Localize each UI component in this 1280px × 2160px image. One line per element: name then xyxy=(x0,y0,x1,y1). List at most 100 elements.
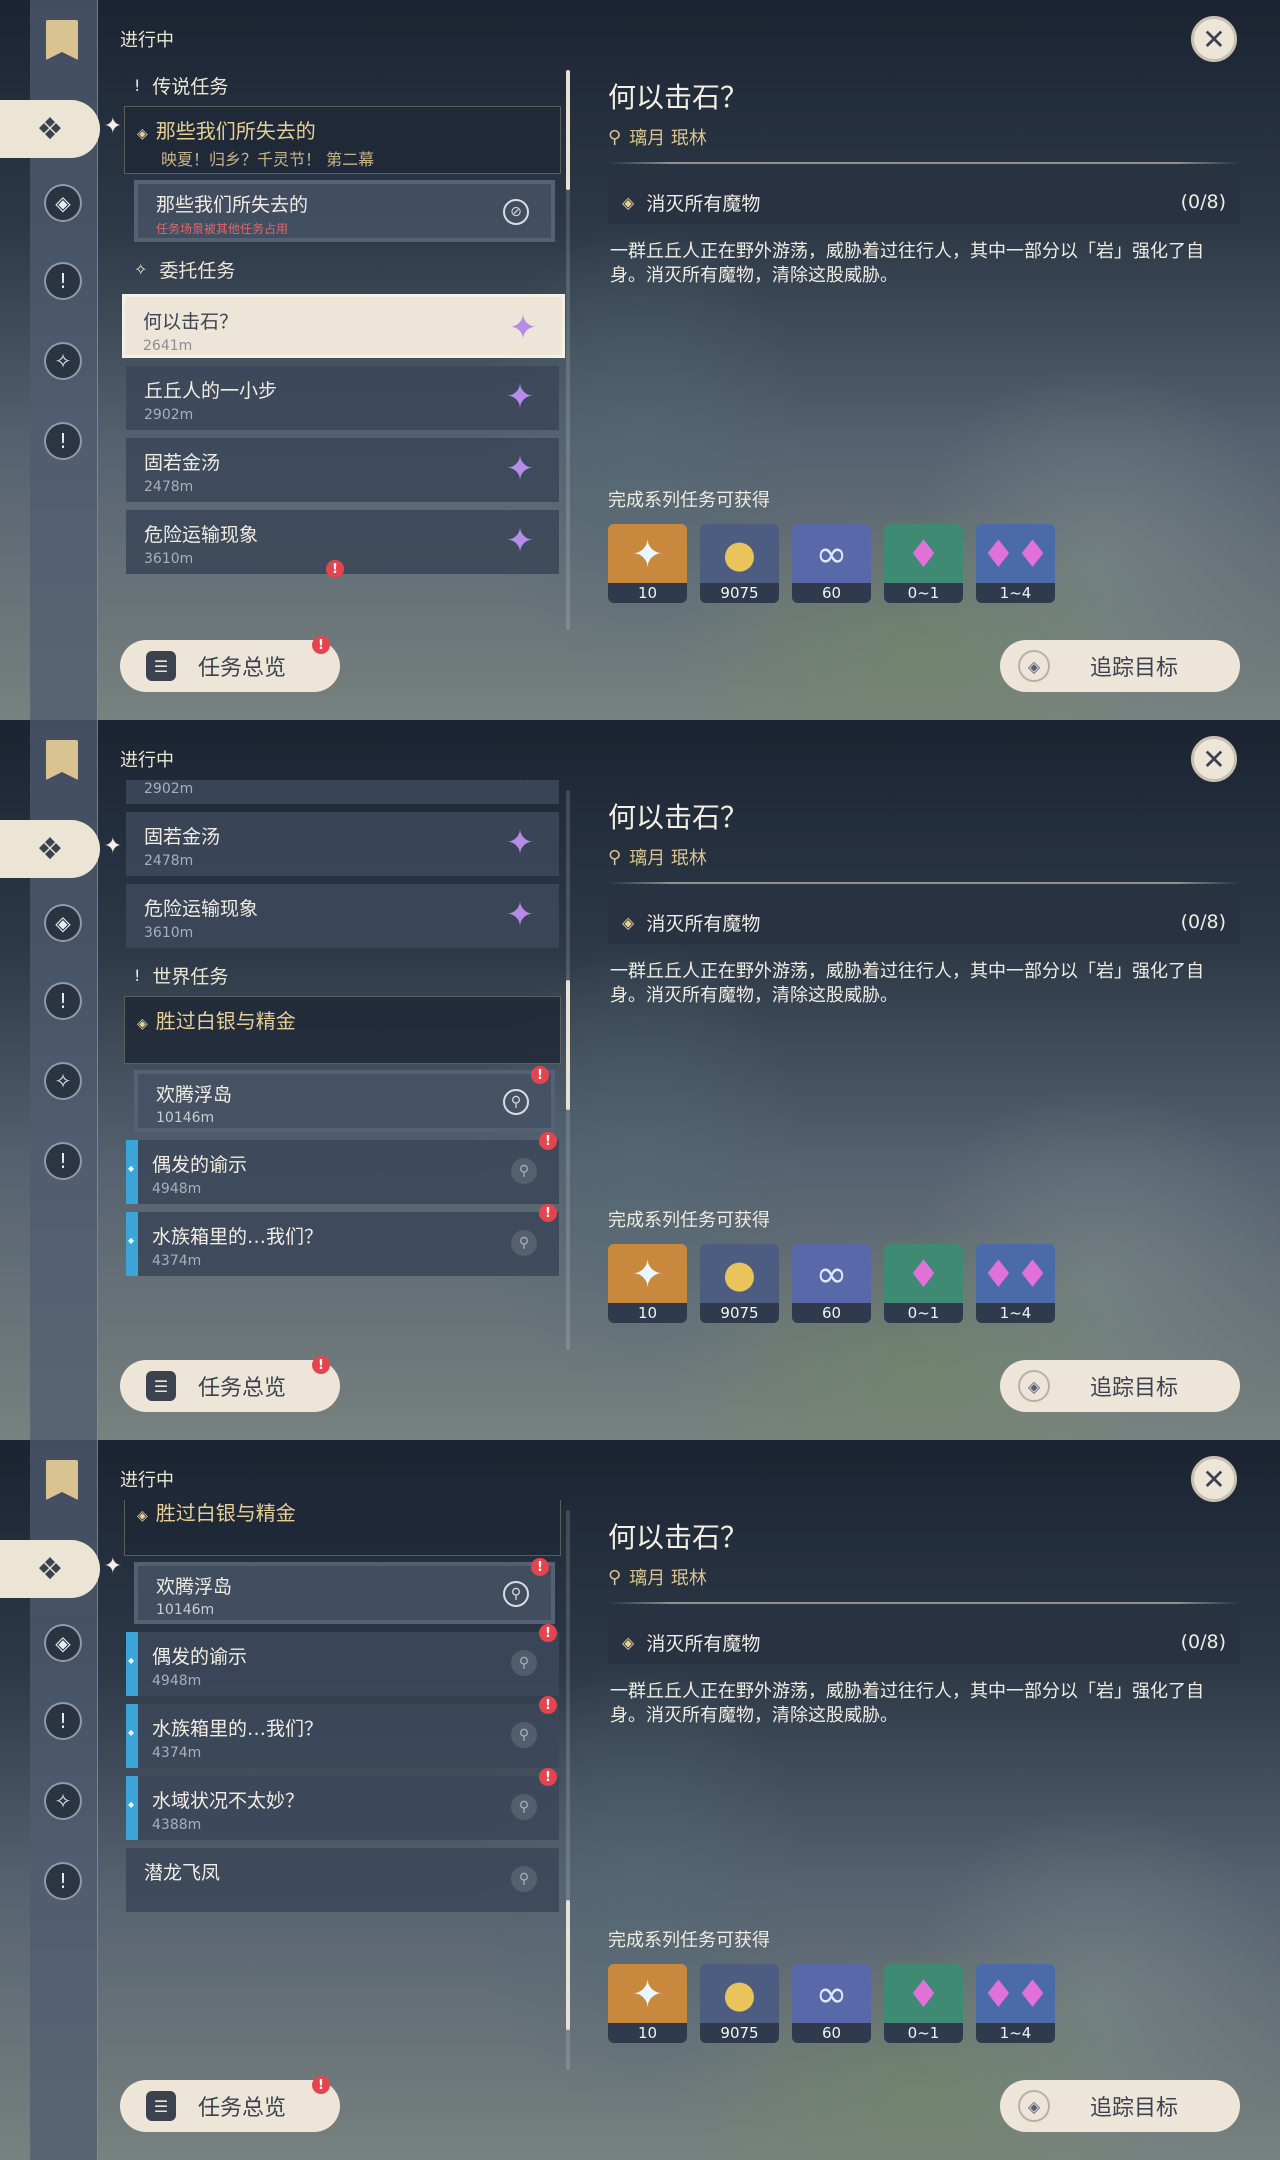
archon-quest-tab-icon[interactable]: ◈ xyxy=(44,1624,82,1662)
rewards-title: 完成系列任务可获得 xyxy=(608,1930,770,1951)
overview-icon: ☰ xyxy=(146,651,176,681)
world-quest-row[interactable]: 水族箱里的…我们？ 4374m ⚲ ! xyxy=(126,1696,559,1768)
story-quest-tab-icon[interactable]: ! xyxy=(44,262,82,300)
commission-row[interactable]: 危险运输现象 3610m ✦ xyxy=(126,884,559,948)
close-button[interactable]: ✕ xyxy=(1191,1456,1237,1502)
archon-quest-tab-icon[interactable]: ◈ xyxy=(44,904,82,942)
quest-list[interactable]: 丘丘人的一小步 2902m ✦ 固若金汤 2478m ✦ 危险运输现象 3610… xyxy=(120,780,565,1340)
world-series-header[interactable]: ◈ 胜过白银与精金 xyxy=(124,1500,561,1556)
commission-row[interactable]: 何以击石？ 2641m ✦ xyxy=(122,294,565,358)
reward-item[interactable]: ♦ 0~1 xyxy=(884,1244,963,1323)
quest-description: 一群丘丘人正在野外游荡，威胁着过往行人，其中一部分以「岩」强化了自身。消灭所有魔… xyxy=(610,961,1204,1006)
list-scrollbar[interactable] xyxy=(566,1510,570,2070)
quest-overview-button[interactable]: ☰ 任务总览 ! xyxy=(120,2076,340,2132)
world-quest-row[interactable]: 水族箱里的…我们？ 4374m ⚲ ! xyxy=(126,1204,559,1276)
commission-icon: ✧ xyxy=(134,259,148,279)
reward-item[interactable]: ∞ 60 xyxy=(792,1964,871,2043)
all-quests-tab-icon[interactable]: ❖ xyxy=(0,820,122,878)
rewards-title: 完成系列任务可获得 xyxy=(608,1210,770,1231)
reward-item[interactable]: ♦♦ 1~4 xyxy=(976,1964,1055,2043)
reward-item[interactable]: ● 9075 xyxy=(700,524,779,603)
world-subquest[interactable]: 欢腾浮岛 10146m ⚲ ! xyxy=(134,1558,555,1624)
reward-item[interactable]: ✦ 10 xyxy=(608,524,687,603)
commission-tab-icon[interactable]: ✧ xyxy=(44,1782,82,1820)
world-series-header[interactable]: ◈ 胜过白银与精金 xyxy=(124,996,561,1064)
alert-badge-icon: ! xyxy=(312,1356,330,1374)
quest-overview-button[interactable]: ☰ 任务总览 ! xyxy=(120,636,340,692)
reward-item[interactable]: ♦ 0~1 xyxy=(884,1964,963,2043)
close-button[interactable]: ✕ xyxy=(1191,736,1237,782)
track-target-button[interactable]: ◈ 追踪目标 xyxy=(1000,640,1240,692)
world-quest-tab-icon[interactable]: ! xyxy=(44,1862,82,1900)
reward-item[interactable]: ✦ 10 xyxy=(608,1964,687,2043)
archon-quest-tab-icon[interactable]: ◈ xyxy=(44,184,82,222)
alert-badge-icon: ! xyxy=(531,1066,549,1084)
quest-objective: ◈ 消灭所有魔物 (0/8) xyxy=(608,1620,1240,1664)
reward-item[interactable]: ● 9075 xyxy=(700,1244,779,1323)
commission-row[interactable]: 固若金汤 2478m ✦ xyxy=(126,812,559,876)
world-quest-row[interactable]: 偶发的谕示 4948m ⚲ ! xyxy=(126,1132,559,1204)
close-icon: ✕ xyxy=(1202,742,1226,776)
crystal-cluster-icon: ♦♦ xyxy=(981,1972,1050,2016)
crystal-chunk-icon: ♦ xyxy=(906,532,941,576)
quest-detail: 何以击石？ ⚲ 璃月 珉林 ◈ 消灭所有魔物 (0/8) 一群丘丘人正在野外游荡，威… xyxy=(608,76,1240,288)
commission-row[interactable]: 丘丘人的一小步 2902m ✦ xyxy=(126,366,559,430)
world-quest-row[interactable]: 潜龙飞凤 ⚲ xyxy=(126,1848,559,1912)
quest-overview-button[interactable]: ☰ 任务总览 ! xyxy=(120,1356,340,1412)
story-quest-tab-icon[interactable]: ! xyxy=(44,982,82,1020)
close-button[interactable]: ✕ xyxy=(1191,16,1237,62)
exclamation-icon: ! xyxy=(134,965,141,985)
list-scrollbar[interactable] xyxy=(566,70,570,630)
reward-item[interactable]: ♦ 0~1 xyxy=(884,524,963,603)
location-pin-icon: ⚲ xyxy=(511,1794,537,1820)
reward-item[interactable]: ✦ 10 xyxy=(608,1244,687,1323)
commission-tab-icon[interactable]: ✧ xyxy=(44,1062,82,1100)
reward-item[interactable]: ● 9075 xyxy=(700,1964,779,2043)
commission-tab-icon[interactable]: ✧ xyxy=(44,342,82,380)
world-quest-tab-icon[interactable]: ! xyxy=(44,1142,82,1180)
legend-subquest[interactable]: 那些我们所失去的 任务场景被其他任务占用 ⊘ xyxy=(134,180,555,242)
crystal-cluster-icon: ♦♦ xyxy=(981,1252,1050,1296)
exclamation-icon: ! xyxy=(134,75,141,95)
primogem-icon: ✦ xyxy=(631,532,664,576)
category-rail: ❖ ◈ ! ✧ ! xyxy=(0,1440,122,2160)
section-commission: ✧ 委托任务 xyxy=(134,259,236,282)
world-quest-row[interactable]: 偶发的谕示 4948m ⚲ ! xyxy=(126,1624,559,1696)
mora-icon: ● xyxy=(722,532,757,576)
diamond-icon: ◈ xyxy=(137,1016,148,1032)
crystal-chunk-icon: ♦ xyxy=(906,1972,941,2016)
track-target-button[interactable]: ◈ 追踪目标 xyxy=(1000,2080,1240,2132)
quest-list[interactable]: ◈胜过白银与精金 欢腾浮岛 10146m ⚲ ! 偶发的谕示 4948m ⚲ !… xyxy=(120,1500,565,2060)
world-quest-row[interactable]: 水域状况不太妙？ 4388m ⚲ ! xyxy=(126,1768,559,1840)
world-subquest[interactable]: 欢腾浮岛 10146m ⚲ ! xyxy=(134,1066,555,1132)
alert-badge-icon: ! xyxy=(312,636,330,654)
reward-item[interactable]: ♦♦ 1~4 xyxy=(976,524,1055,603)
close-icon: ✕ xyxy=(1202,22,1226,56)
adventure-exp-icon: ∞ xyxy=(815,532,848,576)
reward-item[interactable]: ♦♦ 1~4 xyxy=(976,1244,1055,1323)
blocked-icon: ⊘ xyxy=(503,199,529,225)
alert-badge-icon: ! xyxy=(326,560,344,578)
world-quest-tab-icon[interactable]: ! xyxy=(44,422,82,460)
track-target-button[interactable]: ◈ 追踪目标 xyxy=(1000,1360,1240,1412)
commission-row[interactable]: 固若金汤 2478m ✦ xyxy=(126,438,559,502)
list-scrollbar[interactable] xyxy=(566,790,570,1350)
commission-row[interactable]: 危险运输现象 3610m ✦ ! xyxy=(126,510,559,578)
quest-location: 璃月 珉林 xyxy=(629,848,707,869)
legend-series-header[interactable]: ◈ 那些我们所失去的 映夏！归乡？千灵节！ 第二幕 xyxy=(124,106,561,174)
story-quest-tab-icon[interactable]: ! xyxy=(44,1702,82,1740)
alert-badge-icon: ! xyxy=(531,1558,549,1576)
all-quests-tab-icon[interactable]: ❖ xyxy=(0,1540,122,1598)
commission-row[interactable]: 丘丘人的一小步 2902m ✦ xyxy=(126,780,559,804)
reward-item[interactable]: ∞ 60 xyxy=(792,524,871,603)
reward-item[interactable]: ∞ 60 xyxy=(792,1244,871,1323)
commission-star-icon: ✦ xyxy=(505,823,535,863)
all-quests-tab-icon[interactable]: ❖ xyxy=(0,100,122,158)
section-world: ! 世界任务 xyxy=(134,965,229,988)
rewards-title: 完成系列任务可获得 xyxy=(608,490,770,511)
commission-star-icon: ✦ xyxy=(505,449,535,489)
alert-badge-icon: ! xyxy=(539,1204,557,1222)
alert-badge-icon: ! xyxy=(539,1132,557,1150)
quest-list[interactable]: ! 传说任务 ◈ 那些我们所失去的 映夏！归乡？千灵节！ 第二幕 那些我们所失去的… xyxy=(120,60,565,620)
page-title: 进行中 xyxy=(120,30,174,51)
